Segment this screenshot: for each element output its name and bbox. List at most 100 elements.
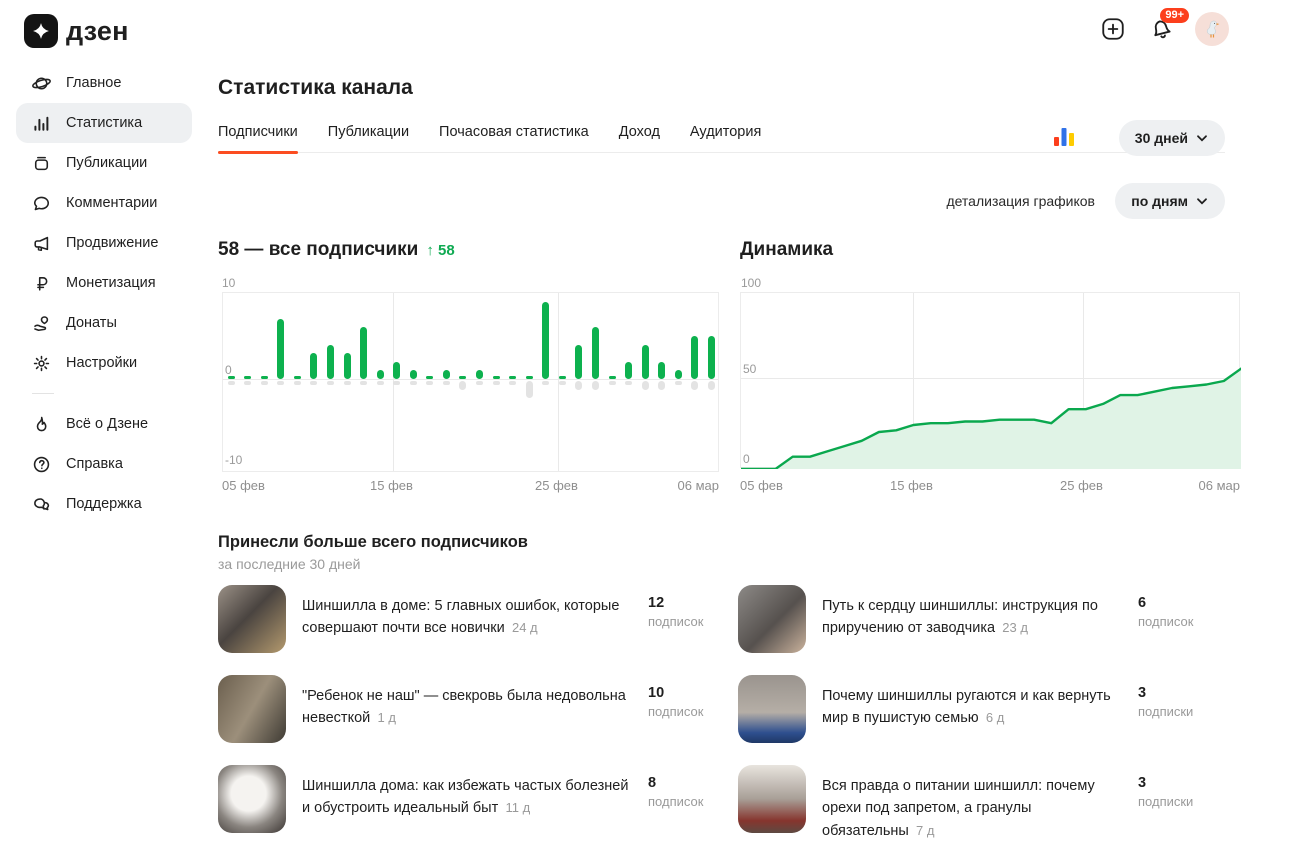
sidebar-item-publications[interactable]: Публикации: [16, 143, 192, 183]
bar-unsubscriptions-day-1: [227, 381, 235, 385]
sidebar-item-donations[interactable]: Донаты: [16, 303, 192, 343]
tab-audience[interactable]: Аудитория: [690, 120, 761, 152]
bar-unsubscriptions-day-17: [492, 381, 500, 385]
zen-star-icon: [24, 14, 58, 48]
notification-badge: 99+: [1160, 8, 1189, 23]
dynamics-area-chart[interactable]: 50 0: [740, 292, 1241, 469]
bar-unsubscriptions-day-9: [360, 381, 367, 385]
top-post-row[interactable]: Путь к сердцу шиншиллы: инструкция по пр…: [738, 585, 1225, 653]
period-dropdown[interactable]: 30 дней: [1118, 120, 1225, 156]
yandex-metrica-icon[interactable]: [1054, 127, 1075, 147]
period-value: 30 дней: [1134, 130, 1188, 146]
bar-subscriptions-day-18: [509, 376, 517, 379]
bar-unsubscriptions-day-16: [476, 381, 483, 385]
subscribers-bar-chart[interactable]: 0 -10: [222, 292, 719, 472]
comment-icon: [30, 192, 52, 214]
bar-unsubscriptions-day-11: [393, 381, 401, 385]
bar-unsubscriptions-day-22: [575, 381, 583, 390]
top-post-row[interactable]: "Ребенок не наш" — свекровь была недовол…: [218, 675, 715, 743]
top-post-row[interactable]: Почему шиншиллы ругаются и как вернуть м…: [738, 675, 1225, 743]
bar-subscriptions-day-30: [707, 336, 715, 379]
post-age: 24 д: [504, 620, 538, 636]
bar-subscriptions-day-28: [674, 370, 682, 379]
bar-subscriptions-day-14: [442, 370, 450, 379]
post-subscriber-count: 3 подписки: [1138, 685, 1194, 719]
zen-studio-app: дзен 99+ Главное Статистика Публикации Комм…: [0, 0, 1293, 866]
line-ytick-100: 100: [741, 276, 762, 290]
zen-logo[interactable]: дзен: [24, 14, 129, 48]
top-post-row[interactable]: Шиншилла дома: как избежать частых болез…: [218, 765, 715, 833]
bar-subscriptions-day-24: [608, 376, 616, 379]
tab-subscribers[interactable]: Подписчики: [218, 120, 298, 154]
bar-subscriptions-day-3: [260, 376, 268, 379]
post-title: "Ребенок не наш" — свекровь была недовол…: [302, 688, 626, 727]
bar-unsubscriptions-day-21: [558, 381, 566, 385]
top-posts-subtitle: за последние 30 дней: [218, 556, 361, 572]
hand-heart-icon: [30, 312, 52, 334]
bar-unsubscriptions-day-28: [674, 381, 682, 385]
post-title: Шиншилла дома: как избежать частых болез…: [302, 778, 629, 817]
bar-unsubscriptions-day-29: [691, 381, 699, 390]
bar-unsubscriptions-day-24: [608, 381, 616, 385]
bar-ytick-neg10: -10: [225, 453, 243, 467]
post-age: 23 д: [995, 620, 1028, 636]
bar-unsubscriptions-day-12: [409, 381, 417, 385]
sidebar-item-support[interactable]: Поддержка: [16, 484, 192, 524]
tab-hourly[interactable]: Почасовая статистика: [439, 120, 589, 152]
bar-subscriptions-day-7: [326, 344, 334, 379]
detail-dropdown[interactable]: по дням: [1115, 183, 1225, 219]
post-title: Вся правда о питании шиншилл: почему оре…: [822, 778, 1095, 839]
sidebar-item-statistics[interactable]: Статистика: [16, 103, 192, 143]
bar-unsubscriptions-day-15: [459, 381, 467, 390]
post-age: 11 д: [498, 800, 531, 816]
bar-chart-icon: [30, 112, 52, 134]
ruble-icon: [30, 272, 52, 294]
top-post-row[interactable]: Вся правда о питании шиншилл: почему оре…: [738, 765, 1225, 842]
post-subscriber-count: 3 подписки: [1138, 775, 1194, 809]
create-post-button[interactable]: [1099, 15, 1127, 43]
subscribers-chart-title: 58 — все подписчики ↑ 58: [218, 239, 455, 260]
sidebar-item-label: Донаты: [66, 315, 117, 331]
post-subscriber-count: 12 подписок: [648, 595, 704, 629]
x-tick-label: 05 фев: [222, 478, 265, 493]
two-women-movie-still: [218, 675, 286, 743]
sidebar: Главное Статистика Публикации Комментарии Пр…: [16, 63, 192, 524]
sidebar-item-home[interactable]: Главное: [16, 63, 192, 103]
sidebar-item-settings[interactable]: Настройки: [16, 343, 192, 383]
bar-unsubscriptions-day-8: [343, 381, 351, 385]
bar-subscriptions-day-12: [409, 370, 417, 379]
bar-subscriptions-day-11: [393, 361, 401, 379]
line-chart-x-axis: 05 фев 15 фев 25 фев 06 мар: [740, 478, 1240, 494]
sidebar-divider: [32, 393, 54, 394]
question-icon: [30, 453, 52, 475]
bar-ytick-10: 10: [222, 276, 236, 290]
notifications-bell-icon[interactable]: 99+: [1147, 8, 1189, 43]
post-title: Почему шиншиллы ругаются и как вернуть м…: [822, 688, 1111, 727]
sidebar-item-monetization[interactable]: Монетизация: [16, 263, 192, 303]
bar-subscriptions-day-10: [376, 370, 384, 379]
bar-unsubscriptions-day-26: [641, 381, 649, 390]
tab-income[interactable]: Доход: [619, 120, 660, 152]
sidebar-item-about-zen[interactable]: Всё о Дзене: [16, 404, 192, 444]
x-tick-label: 15 фев: [370, 478, 413, 493]
bar-subscriptions-day-1: [227, 376, 235, 379]
detail-value: по дням: [1131, 193, 1188, 209]
detail-label: детализация графиков: [946, 193, 1095, 209]
tab-publications[interactable]: Публикации: [328, 120, 409, 152]
post-age: 1 д: [370, 710, 396, 726]
bar-subscriptions-day-22: [575, 344, 583, 379]
bar-subscriptions-day-23: [592, 327, 599, 379]
bar-unsubscriptions-day-27: [658, 381, 666, 390]
top-posts-right-column: Путь к сердцу шиншиллы: инструкция по пр…: [738, 585, 1225, 864]
top-post-row[interactable]: Шиншилла в доме: 5 главных ошибок, котор…: [218, 585, 715, 653]
sidebar-item-comments[interactable]: Комментарии: [16, 183, 192, 223]
bar-subscriptions-day-27: [658, 361, 666, 379]
sidebar-item-help[interactable]: Справка: [16, 444, 192, 484]
x-tick-label: 25 фев: [535, 478, 578, 493]
post-age: 7 д: [908, 822, 935, 838]
avatar[interactable]: [1195, 12, 1229, 46]
sidebar-item-promotion[interactable]: Продвижение: [16, 223, 192, 263]
x-tick-label: 06 мар: [677, 478, 719, 493]
sidebar-item-label: Справка: [66, 456, 123, 472]
post-subscriber-count: 6 подписок: [1138, 595, 1194, 629]
